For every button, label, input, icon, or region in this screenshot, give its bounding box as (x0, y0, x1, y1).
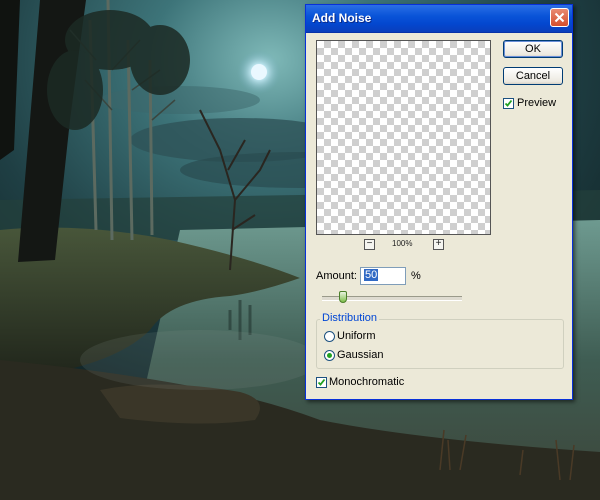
add-noise-dialog: Add Noise − 100% + OK Cancel Preview Amo… (305, 4, 573, 400)
amount-unit: % (411, 270, 421, 282)
uniform-radio[interactable] (324, 331, 335, 342)
gaussian-label: Gaussian (337, 349, 384, 361)
cancel-button[interactable]: Cancel (503, 67, 563, 85)
preview-canvas[interactable] (316, 40, 491, 235)
distribution-group (316, 319, 564, 369)
zoom-controls: − 100% + (364, 239, 444, 251)
amount-input[interactable]: 50 (360, 267, 406, 285)
amount-slider-thumb[interactable] (339, 291, 347, 303)
minus-icon: − (366, 238, 373, 249)
amount-label: Amount: (316, 270, 357, 282)
dialog-titlebar[interactable]: Add Noise (306, 5, 572, 33)
close-icon (554, 12, 565, 23)
plus-icon: + (435, 238, 442, 249)
checkmark-icon (504, 99, 513, 107)
monochromatic-checkbox[interactable] (316, 377, 327, 388)
gaussian-radio[interactable] (324, 350, 335, 361)
close-button[interactable] (550, 8, 569, 27)
zoom-in-button[interactable]: + (433, 239, 444, 250)
uniform-label: Uniform (337, 330, 376, 342)
zoom-out-button[interactable]: − (364, 239, 375, 250)
checkmark-icon (317, 378, 326, 386)
zoom-level: 100% (392, 239, 413, 248)
preview-label: Preview (517, 97, 557, 109)
distribution-title: Distribution (320, 312, 380, 324)
ok-button[interactable]: OK (503, 40, 563, 58)
dialog-title: Add Noise (312, 11, 372, 25)
preview-checkbox[interactable] (503, 98, 514, 109)
amount-value: 50 (364, 269, 379, 281)
monochromatic-label: Monochromatic (329, 376, 405, 388)
